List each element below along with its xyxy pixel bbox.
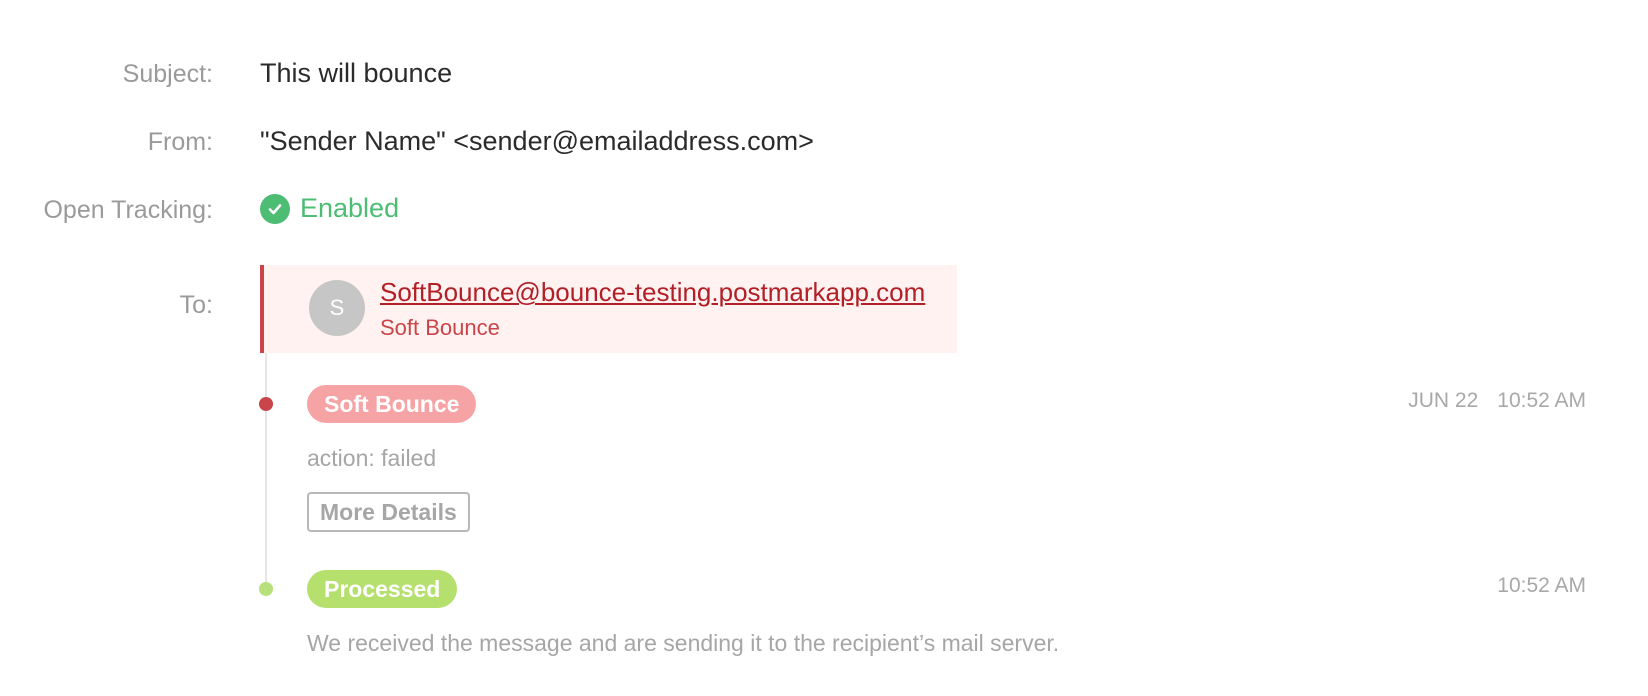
open-tracking-status-text: Enabled — [300, 193, 400, 223]
timeline-dot-processed — [259, 582, 273, 596]
event-timestamp-bounce: JUN 22 10:52 AM — [1408, 389, 1586, 413]
subject-value: This will bounce — [260, 58, 453, 88]
check-circle-icon — [260, 193, 290, 224]
event-time: 10:52 AM — [1497, 574, 1586, 597]
event-description-bounce: action: failed — [307, 445, 437, 471]
from-value: "Sender Name" <sender@emailaddress.com> — [260, 126, 814, 156]
timeline-line — [265, 353, 267, 589]
event-time: 10:52 AM — [1497, 389, 1586, 412]
event-timestamp-processed: 10:52 AM — [1497, 574, 1586, 598]
event-date: JUN 22 — [1408, 389, 1479, 412]
from-label: From: — [147, 128, 213, 156]
recipient-email-link[interactable]: SoftBounce@bounce-testing.postmarkapp.co… — [380, 277, 925, 308]
avatar: S — [309, 280, 365, 336]
more-details-button[interactable]: More Details — [307, 492, 470, 532]
recipient-status: Soft Bounce — [380, 315, 500, 340]
subject-label: Subject: — [122, 60, 213, 88]
timeline-dot-bounce — [259, 397, 273, 411]
open-tracking-status: Enabled — [260, 193, 399, 224]
open-tracking-label: Open Tracking: — [43, 196, 213, 224]
event-description-processed: We received the message and are sending … — [307, 630, 1060, 656]
to-label: To: — [179, 291, 213, 319]
processed-badge: Processed — [307, 570, 458, 608]
soft-bounce-badge: Soft Bounce — [307, 385, 477, 423]
recipient-card: S SoftBounce@bounce-testing.postmarkapp.… — [260, 265, 957, 353]
